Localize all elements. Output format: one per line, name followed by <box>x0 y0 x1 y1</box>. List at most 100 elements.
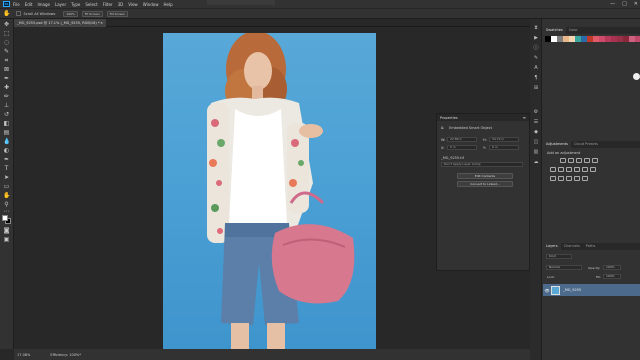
close-tab-icon[interactable]: × <box>100 19 103 27</box>
info-icon[interactable]: ⓘ <box>533 45 539 51</box>
tab-cloud-presets[interactable]: Cloud Presets <box>571 141 601 148</box>
photo-filter-icon[interactable] <box>574 167 580 172</box>
libraries-icon[interactable]: ☰ <box>533 119 539 125</box>
posterize-icon[interactable] <box>558 176 564 181</box>
exposure-icon[interactable] <box>584 158 590 163</box>
curves-icon[interactable] <box>576 158 582 163</box>
menu-window[interactable]: Window <box>143 2 159 7</box>
height-field[interactable]: 34.72 in <box>489 137 519 142</box>
document-image[interactable] <box>163 33 376 352</box>
move-tool-icon[interactable]: ✥ <box>3 21 10 28</box>
quick-mask-icon[interactable]: ◙ <box>3 227 10 234</box>
tab-paths[interactable]: Paths <box>583 243 599 250</box>
visibility-eye-icon[interactable]: 👁 <box>543 288 551 293</box>
panel-menu-icon[interactable]: ≡ <box>523 114 526 121</box>
tab-adjustments[interactable]: Adjustments <box>543 141 571 148</box>
foreground-color-swatch[interactable] <box>2 215 8 221</box>
vibrance-icon[interactable] <box>592 158 598 163</box>
color-swatch[interactable] <box>635 36 640 42</box>
hue-saturation-icon[interactable] <box>550 167 556 172</box>
layer-row[interactable]: 👁 _MG_9255 <box>543 284 640 296</box>
zoom-100-button[interactable]: 100% <box>63 10 78 17</box>
history-brush-tool-icon[interactable]: ↺ <box>3 111 10 118</box>
color-balance-icon[interactable] <box>558 167 564 172</box>
hand-tool-icon[interactable]: ✋ <box>3 192 10 199</box>
menu-help[interactable]: Help <box>163 2 172 7</box>
properties-icon[interactable]: ⚙ <box>533 109 539 115</box>
type-tool-icon[interactable]: T <box>3 165 10 172</box>
menu-3d[interactable]: 3D <box>118 2 124 7</box>
fill-screen-button[interactable]: Fill Screen <box>106 10 128 17</box>
fit-screen-button[interactable]: Fit Screen <box>81 10 103 17</box>
glyphs-icon[interactable]: ⊞ <box>533 85 539 91</box>
menu-edit[interactable]: Edit <box>25 2 33 7</box>
play-icon[interactable]: ▶ <box>533 35 539 41</box>
y-field[interactable]: 0 in <box>489 145 519 150</box>
gradient-map-icon[interactable] <box>582 176 588 181</box>
brush-tool-icon[interactable]: ✏ <box>3 93 10 100</box>
healing-brush-tool-icon[interactable]: ✚ <box>3 84 10 91</box>
eraser-tool-icon[interactable]: ◧ <box>3 120 10 127</box>
zoom-level[interactable]: 17.08% <box>17 353 30 357</box>
menu-filter[interactable]: Filter <box>103 2 113 7</box>
gradient-tool-icon[interactable]: ▤ <box>3 129 10 136</box>
x-field[interactable]: 0 in <box>447 145 477 150</box>
cloud-icon[interactable]: ☁ <box>533 159 539 165</box>
convert-to-linked-button[interactable]: Convert to Linked... <box>457 181 513 187</box>
eyedropper-tool-icon[interactable]: ✒ <box>3 75 10 82</box>
color-lookup-icon[interactable] <box>590 167 596 172</box>
menu-image[interactable]: Image <box>37 2 50 7</box>
black-white-icon[interactable] <box>566 167 572 172</box>
minimize-button[interactable]: — <box>610 1 615 7</box>
pen-tool-icon[interactable]: ✒ <box>3 156 10 163</box>
threshold-icon[interactable] <box>566 176 572 181</box>
histogram-icon[interactable]: ▥ <box>533 149 539 155</box>
tab-channels[interactable]: Channels <box>561 243 583 250</box>
opacity-field[interactable]: 100% <box>603 265 621 270</box>
tab-layers[interactable]: Layers <box>543 243 561 250</box>
screen-mode-icon[interactable]: ▣ <box>3 236 10 243</box>
frame-tool-icon[interactable]: ⊠ <box>3 66 10 73</box>
scroll-all-windows-checkbox[interactable] <box>16 11 22 16</box>
layer-comp-select[interactable]: Don't Apply Layer Comp <box>441 162 523 167</box>
tab-swatches[interactable]: Swatches <box>543 27 566 34</box>
clone-stamp-tool-icon[interactable]: ⊥ <box>3 102 10 109</box>
channel-mixer-icon[interactable] <box>582 167 588 172</box>
search-bar[interactable] <box>207 0 275 5</box>
invert-icon[interactable] <box>550 176 556 181</box>
brightness-contrast-icon[interactable] <box>560 158 566 163</box>
document-tab[interactable]: _MG_9255.psd @ 17.1% (_MG_9255, RGB/16) … <box>14 19 106 27</box>
history-icon[interactable]: ⧗ <box>533 25 539 31</box>
lasso-tool-icon[interactable]: ◌ <box>3 39 10 46</box>
styles-icon[interactable]: ◆ <box>533 129 539 135</box>
character-icon[interactable]: A <box>533 65 539 71</box>
width-field[interactable]: 22.86 in <box>447 137 477 142</box>
blend-mode-select[interactable]: Normal <box>546 265 582 270</box>
dodge-tool-icon[interactable]: ◐ <box>3 147 10 154</box>
levels-icon[interactable] <box>568 158 574 163</box>
properties-header[interactable]: Properties ≡ <box>437 114 529 121</box>
navigator-icon[interactable]: ◫ <box>533 139 539 145</box>
fill-field[interactable]: 100% <box>603 274 621 279</box>
more-tools-icon[interactable]: ⋯ <box>3 208 10 215</box>
layer-filter-kind[interactable]: Kind <box>546 254 572 259</box>
menu-layer[interactable]: Layer <box>55 2 66 7</box>
menu-select[interactable]: Select <box>85 2 97 7</box>
shape-tool-icon[interactable]: ▭ <box>3 183 10 190</box>
close-button[interactable]: ✕ <box>634 1 638 7</box>
edit-contents-button[interactable]: Edit Contents <box>457 173 513 179</box>
menu-type[interactable]: Type <box>71 2 80 7</box>
brush-settings-icon[interactable]: ✎ <box>533 55 539 61</box>
tab-color[interactable]: Color <box>566 27 581 34</box>
selective-color-icon[interactable] <box>574 176 580 181</box>
quick-select-tool-icon[interactable]: ✎ <box>3 48 10 55</box>
zoom-tool-icon[interactable]: ⚲ <box>3 201 10 208</box>
menu-file[interactable]: File <box>13 2 20 7</box>
paragraph-icon[interactable]: ¶ <box>533 75 539 81</box>
menu-view[interactable]: View <box>128 2 138 7</box>
crop-tool-icon[interactable]: ⌗ <box>3 57 10 64</box>
marquee-tool-icon[interactable]: ⬚ <box>3 30 10 37</box>
path-select-tool-icon[interactable]: ➤ <box>3 174 10 181</box>
maximize-button[interactable]: □ <box>622 1 627 7</box>
blur-tool-icon[interactable]: 💧 <box>3 138 10 145</box>
